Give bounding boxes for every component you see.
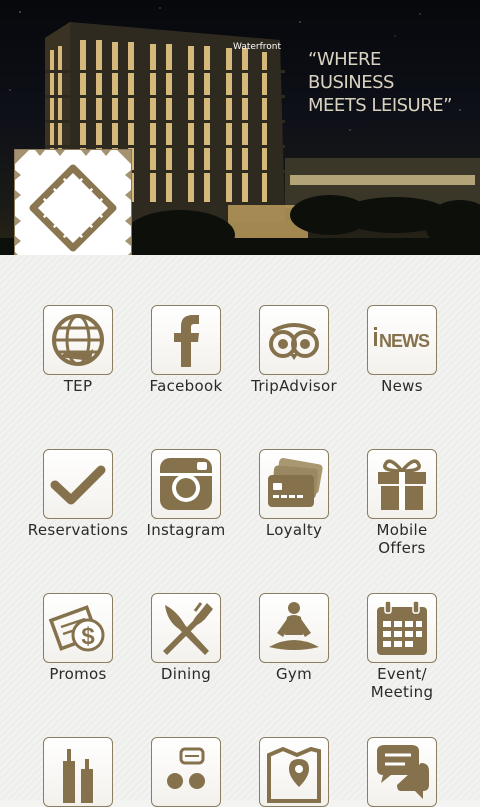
promos-button[interactable]: $ [43,593,113,663]
instagram-button[interactable] [151,449,221,519]
mobile-offers-button[interactable] [367,449,437,519]
event-meeting-button[interactable] [367,593,437,663]
news-label: News [381,377,423,395]
svg-text:$: $ [81,623,95,650]
dining-button[interactable] [151,593,221,663]
grid-item-news[interactable]: NEWS News [348,305,456,395]
gym-button[interactable] [259,593,329,663]
grid-item-map[interactable] [240,737,348,807]
grid-item-event-meeting[interactable]: Event/ Meeting [348,593,456,701]
fork-knife-icon [163,602,213,655]
tagline-line-2: MEETS LEISURE” [308,95,452,116]
grid-item-dining[interactable]: Dining [132,593,240,683]
news-button[interactable]: NEWS [367,305,437,375]
grid-item-loyalty[interactable]: Loyalty [240,449,348,539]
speech-bubbles-icon [377,745,429,799]
grid-item-tep[interactable]: TEP [24,305,132,395]
news-icon-text: NEWS [379,331,430,351]
mobile-offers-label: Mobile Offers [348,521,456,557]
grid-item-tripadvisor[interactable]: TripAdvisor [240,305,348,395]
reservations-label: Reservations [27,521,129,539]
grid-item-chat[interactable] [348,737,456,807]
event-meeting-label-line-1: Event/ [377,665,427,683]
chat-button[interactable] [367,737,437,807]
mobile-offers-label-line-1: Mobile [376,521,428,539]
grid-item-city[interactable] [24,737,132,807]
calendar-icon [377,600,427,655]
facebook-icon [174,315,199,367]
instagram-label: Instagram [146,521,226,539]
people-chat-button[interactable] [151,737,221,807]
tripadvisor-label: TripAdvisor [251,377,337,395]
tep-button[interactable] [43,305,113,375]
tripadvisor-owl-icon [269,323,319,360]
grid-item-mobile-offers[interactable]: Mobile Offers [348,449,456,557]
gift-box-icon [378,459,426,510]
city-button[interactable] [43,737,113,807]
credit-cards-icon [268,458,323,507]
grid-item-promos[interactable]: $ Promos [24,593,132,683]
coupon-dollar-icon: $ [48,605,105,652]
grid-item-facebook[interactable]: Facebook [132,305,240,395]
menu-grid: TEP Facebook TripAdvisor NEWS News Reser… [0,255,480,807]
promos-label: Promos [49,665,107,683]
event-meeting-label-line-2: Meeting [370,683,434,701]
news-icon: NEWS [374,327,431,351]
endless-knot-logo-icon [15,150,131,266]
facebook-label: Facebook [149,377,223,395]
dining-label: Dining [160,665,212,683]
mobile-offers-label-line-2: Offers [378,539,426,557]
map-button[interactable] [259,737,329,807]
hotel-logo [14,149,132,267]
grid-item-gym[interactable]: Gym [240,593,348,683]
instagram-camera-icon [160,458,212,510]
yoga-pose-icon [269,602,319,650]
reservations-button[interactable] [43,449,113,519]
people-chat-icon [167,747,205,789]
tagline: “WHERE BUSINESS MEETS LEISURE” [308,48,468,117]
tep-label: TEP [63,377,93,395]
loyalty-button[interactable] [259,449,329,519]
event-meeting-label: Event/ Meeting [348,665,456,701]
tripadvisor-button[interactable] [259,305,329,375]
facebook-button[interactable] [151,305,221,375]
grid-item-reservations[interactable]: Reservations [24,449,132,539]
checkmark-icon [50,465,106,505]
tagline-line-1: “WHERE BUSINESS [308,49,394,93]
gym-label: Gym [275,665,312,683]
globe-icon [52,314,104,366]
hotel-sign: Waterfront [233,42,281,52]
map-pin-icon [267,746,321,803]
city-towers-icon [63,749,93,803]
loyalty-label: Loyalty [265,521,323,539]
grid-item-instagram[interactable]: Instagram [132,449,240,539]
grid-item-people-chat[interactable] [132,737,240,807]
